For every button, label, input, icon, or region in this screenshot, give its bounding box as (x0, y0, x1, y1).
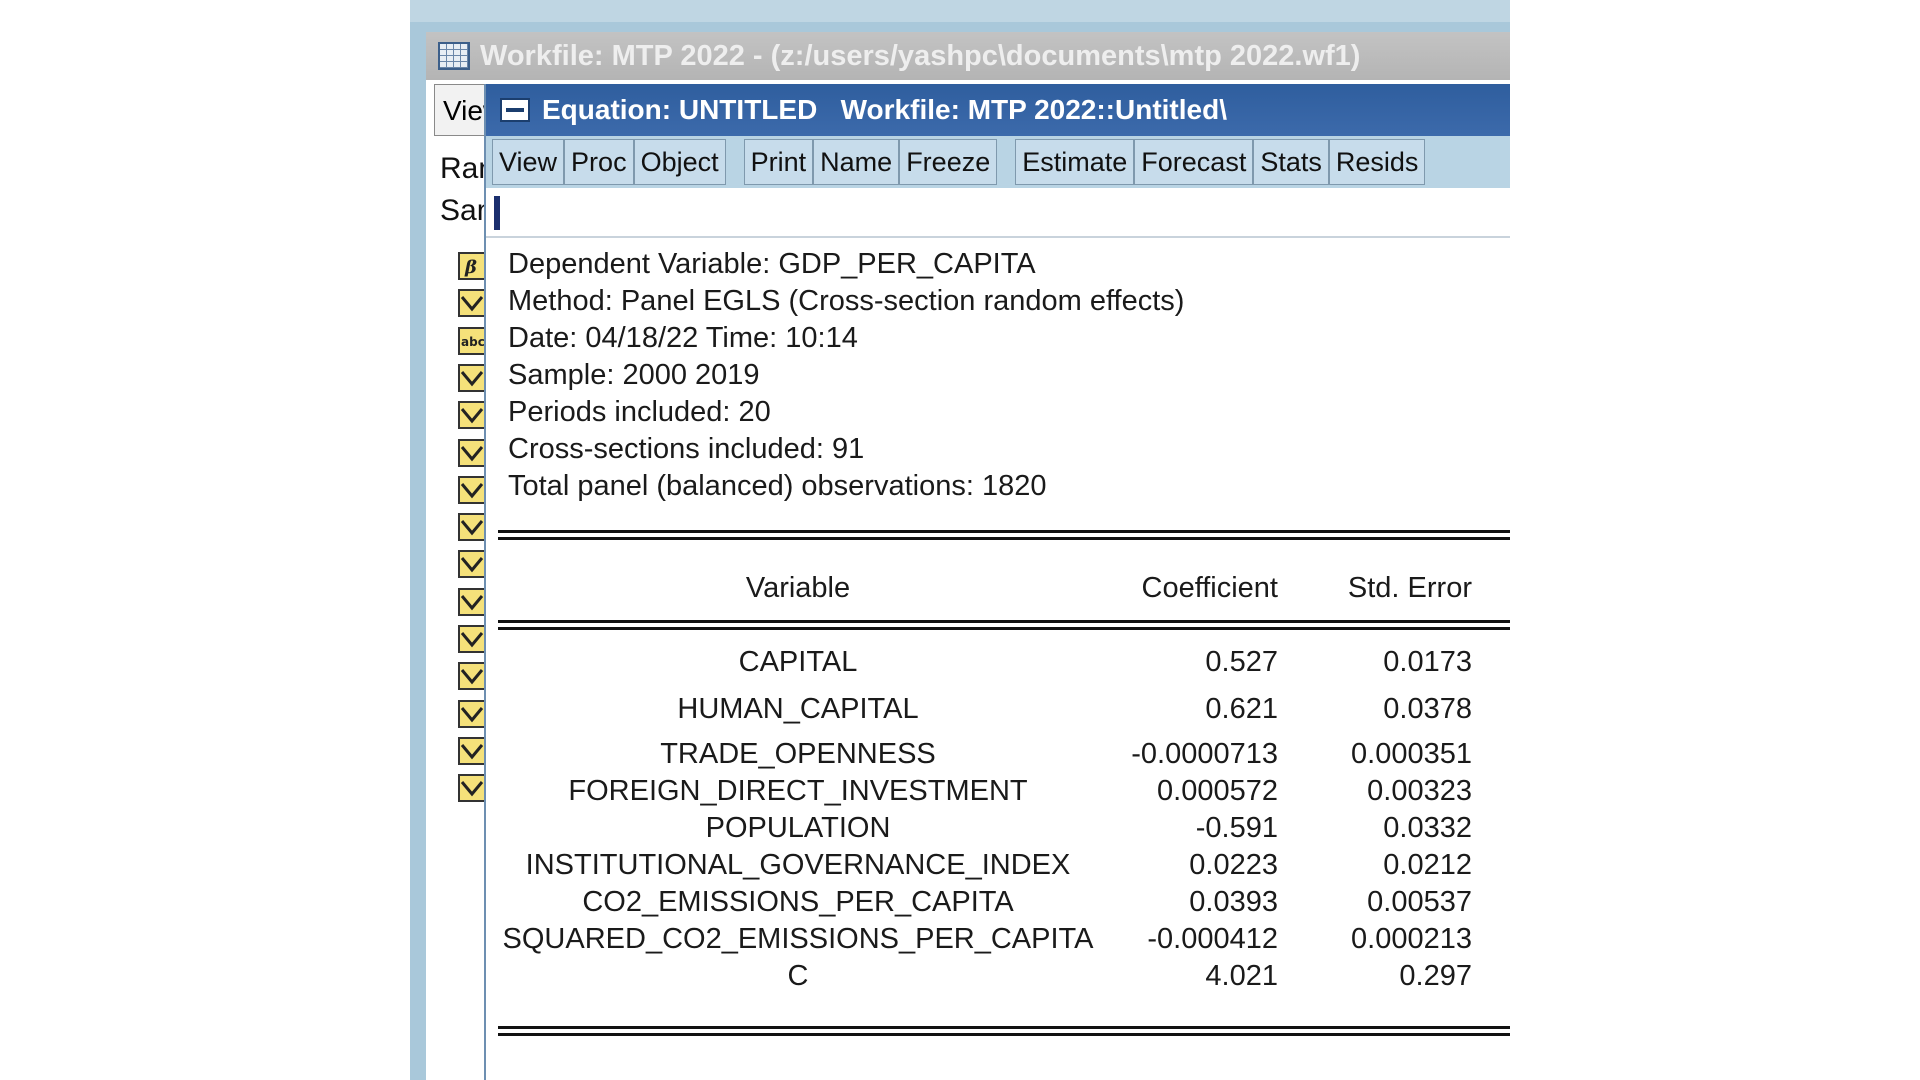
view-button[interactable]: View (492, 139, 565, 185)
series-icon[interactable] (458, 289, 486, 317)
forecast-button[interactable]: Forecast (1134, 139, 1254, 185)
resids-button[interactable]: Resids (1328, 139, 1426, 185)
table-cell-coefficient: 0.0393 (1189, 886, 1278, 918)
series-icon[interactable] (458, 513, 486, 541)
workfile-top-strip (410, 0, 1510, 22)
table-top-rule (498, 530, 1512, 540)
coef-vector-icon[interactable]: β (458, 252, 486, 280)
table-cell-variable: CO2_EMISSIONS_PER_CAPITA (582, 886, 1014, 918)
table-cell-std-error: 0.000351 (1351, 738, 1472, 770)
method-line: Method: Panel EGLS (Cross-section random… (508, 285, 1185, 317)
estimation-output: Dependent Variable: GDP_PER_CAPITA Metho… (486, 238, 1512, 1078)
table-cell-variable: HUMAN_CAPITAL (677, 693, 919, 725)
table-cell-coefficient: 0.527 (1205, 646, 1278, 678)
table-cell-variable: TRADE_OPENNESS (660, 738, 936, 770)
proc-button[interactable]: Proc (564, 139, 634, 185)
stats-button[interactable]: Stats (1253, 139, 1329, 185)
series-icon[interactable] (458, 774, 486, 802)
equation-toolbar: View Proc Object Print Name Freeze Estim… (486, 136, 1512, 188)
estimate-button[interactable]: Estimate (1015, 139, 1135, 185)
svg-text:β: β (464, 257, 477, 278)
spreadsheet-icon (438, 42, 470, 70)
sample-line: Sample: 2000 2019 (508, 359, 760, 391)
name-button[interactable]: Name (813, 139, 900, 185)
series-icon[interactable] (458, 588, 486, 616)
table-cell-variable: FOREIGN_DIRECT_INVESTMENT (568, 775, 1028, 807)
periods-line: Periods included: 20 (508, 396, 771, 428)
table-cell-std-error: 0.00537 (1367, 886, 1472, 918)
table-cell-variable: SQUARED_CO2_EMISSIONS_PER_CAPITA (502, 923, 1094, 955)
workfile-title: Workfile: MTP 2022 - (z:/users/yashpc\do… (480, 39, 1361, 72)
equation-window: Equation: UNTITLED Workfile: MTP 2022::U… (484, 84, 1512, 1080)
system-menu-icon[interactable] (500, 98, 530, 122)
workfile-titlebar[interactable]: Workfile: MTP 2022 - (z:/users/yashpc\do… (426, 32, 1510, 80)
table-cell-std-error: 0.0332 (1383, 812, 1472, 844)
table-cell-variable: POPULATION (705, 812, 891, 844)
table-cell-coefficient: -0.000412 (1147, 923, 1278, 955)
equation-titlebar[interactable]: Equation: UNTITLED Workfile: MTP 2022::U… (486, 84, 1512, 136)
table-cell-variable: C (787, 960, 809, 992)
table-cell-coefficient: -0.591 (1195, 812, 1278, 844)
table-cell-coefficient: -0.0000713 (1131, 738, 1278, 770)
table-cell-variable: CAPITAL (738, 646, 858, 678)
table-cell-variable: INSTITUTIONAL_GOVERNANCE_INDEX (525, 849, 1071, 881)
freeze-button[interactable]: Freeze (899, 139, 998, 185)
table-cell-std-error: 0.0378 (1383, 693, 1472, 725)
cross-sections-line: Cross-sections included: 91 (508, 433, 865, 465)
dependent-variable-line: Dependent Variable: GDP_PER_CAPITA (508, 248, 1036, 280)
equation-title: Equation: UNTITLED Workfile: MTP 2022::U… (542, 94, 1227, 125)
series-icon[interactable] (458, 662, 486, 690)
series-icon[interactable] (458, 737, 486, 765)
series-icon[interactable] (458, 550, 486, 578)
table-cell-std-error: 0.0212 (1383, 849, 1472, 881)
observations-line: Total panel (balanced) observations: 182… (508, 470, 1047, 502)
series-icon[interactable] (458, 625, 486, 653)
table-cell-std-error: 0.00323 (1367, 775, 1472, 807)
table-cell-std-error: 0.297 (1399, 960, 1472, 992)
table-cell-coefficient: 0.000572 (1157, 775, 1278, 807)
series-icon[interactable] (458, 401, 486, 429)
desktop: Workfile: MTP 2022 - (z:/users/yashpc\do… (0, 0, 1920, 1080)
table-header-rule (498, 620, 1512, 630)
column-header-variable: Variable (745, 572, 851, 604)
table-cell-coefficient: 4.021 (1205, 960, 1278, 992)
svg-text:abc: abc (461, 335, 484, 349)
object-button[interactable]: Object (633, 139, 726, 185)
column-header-coefficient: Coefficient (1141, 572, 1279, 604)
print-button[interactable]: Print (743, 139, 814, 185)
background-right (1510, 0, 1920, 1080)
table-cell-std-error: 0.000213 (1351, 923, 1472, 955)
command-input[interactable] (486, 188, 1512, 238)
series-icon[interactable] (458, 700, 486, 728)
table-cell-std-error: 0.0173 (1383, 646, 1472, 678)
series-icon[interactable] (458, 364, 486, 392)
table-bottom-rule (498, 1026, 1512, 1036)
text-caret (494, 196, 500, 230)
series-icon[interactable] (458, 476, 486, 504)
series-icon[interactable] (458, 439, 486, 467)
column-header-std-error: Std. Error (1347, 572, 1472, 604)
table-cell-coefficient: 0.0223 (1189, 849, 1278, 881)
date-time-line: Date: 04/18/22 Time: 10:14 (508, 322, 858, 354)
alpha-series-icon[interactable]: abc (458, 327, 486, 355)
table-cell-coefficient: 0.621 (1205, 693, 1278, 725)
